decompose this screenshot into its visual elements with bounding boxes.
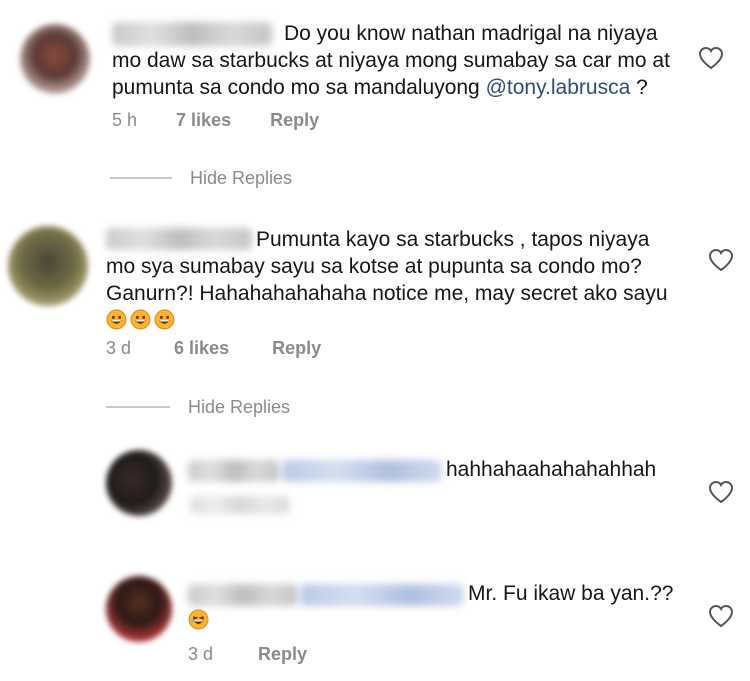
reply-time: 3 d	[188, 644, 214, 664]
emoji-group	[106, 309, 178, 332]
timestamp-blurred	[190, 496, 290, 514]
grinning-face-emoji	[106, 309, 127, 330]
grinning-face-emoji	[130, 309, 151, 330]
avatar[interactable]	[20, 24, 90, 94]
reply-text: Mr. Fu ikaw ba yan.??	[188, 580, 688, 634]
heart-outline-icon[interactable]	[708, 604, 734, 628]
reply-button[interactable]: Reply	[258, 644, 307, 664]
likes-count[interactable]: 6 likes	[174, 338, 229, 358]
laughing-face-emoji	[188, 609, 209, 630]
grinning-face-emoji	[154, 309, 175, 330]
avatar[interactable]	[106, 450, 172, 516]
hide-replies-button[interactable]: Hide Replies	[188, 397, 290, 418]
username-blurred[interactable]	[188, 460, 280, 482]
avatar[interactable]	[106, 576, 172, 642]
mention-link[interactable]: @tony.labrusca	[486, 76, 631, 99]
hide-replies-button[interactable]: Hide Replies	[190, 168, 292, 189]
comment-meta: 5 h 7 likes Reply	[112, 110, 319, 131]
hide-replies-divider	[106, 406, 170, 408]
comment-text: Do you know nathan madrigal na niyaya mo…	[112, 22, 670, 99]
reply-text: hahhahaahahahahhah	[446, 458, 657, 481]
comment-time: 5 h	[112, 110, 138, 130]
heart-outline-icon[interactable]	[698, 46, 724, 70]
avatar[interactable]	[8, 226, 88, 306]
comment-meta: 3 d 6 likes Reply	[106, 338, 321, 359]
hide-replies-divider	[110, 177, 172, 179]
heart-outline-icon[interactable]	[708, 248, 734, 272]
heart-outline-icon[interactable]	[708, 480, 734, 504]
comment-text: Pumunta kayo sa starbucks , tapos niyaya…	[106, 226, 676, 334]
reply-meta: 3 d Reply	[188, 644, 307, 665]
likes-count[interactable]: 7 likes	[176, 110, 231, 130]
reply-button[interactable]: Reply	[270, 110, 319, 130]
mention-blurred[interactable]	[282, 460, 442, 482]
comment-time: 3 d	[106, 338, 132, 358]
reply-button[interactable]: Reply	[272, 338, 321, 358]
